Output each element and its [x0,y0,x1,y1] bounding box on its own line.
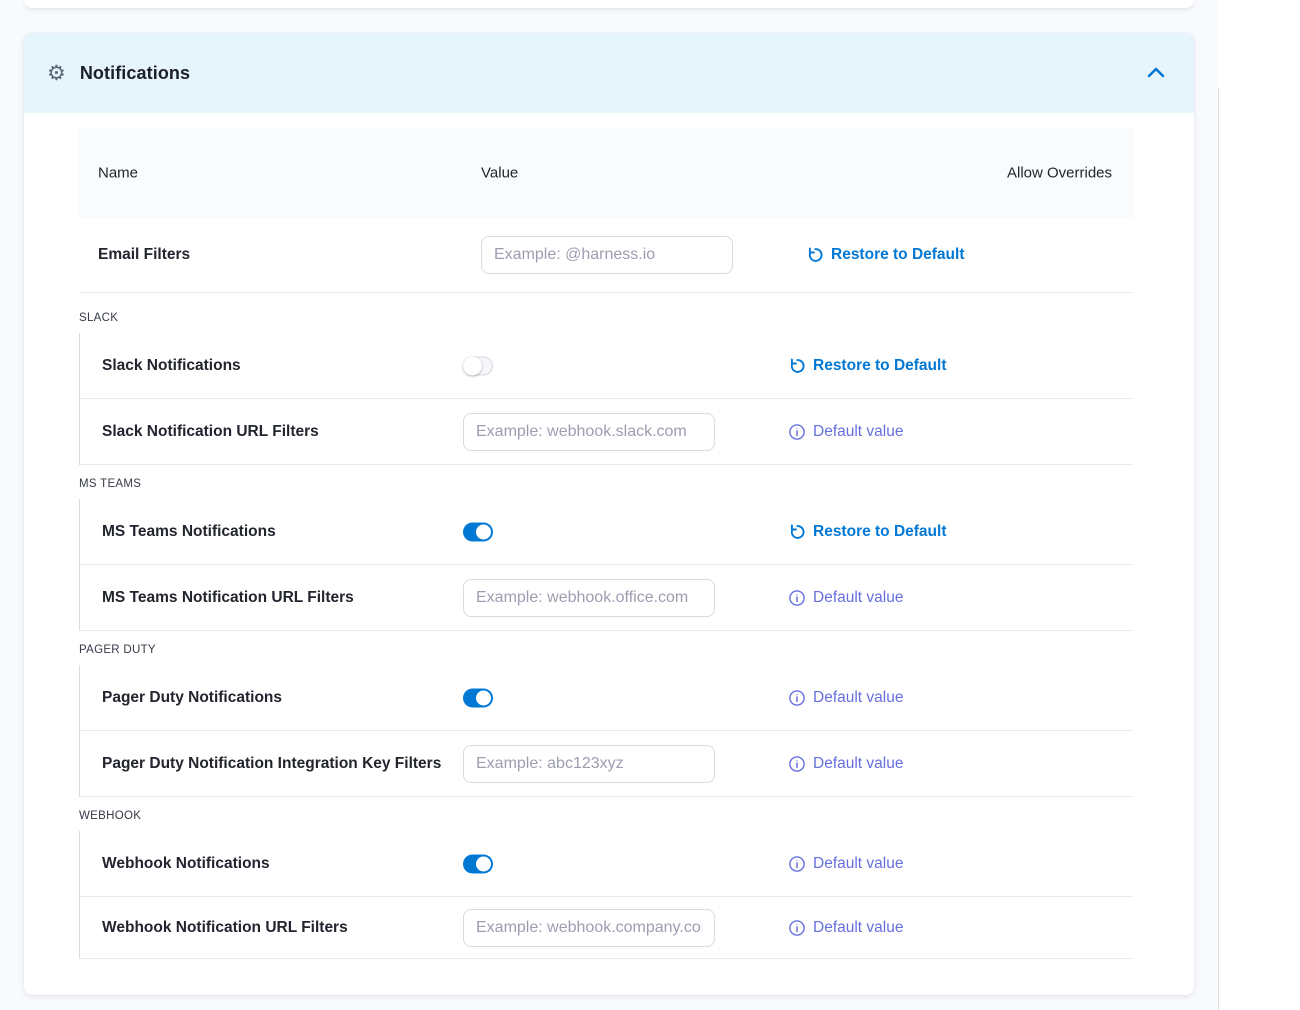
gear-icon: ⚙ [47,63,66,84]
setting-label: Email Filters [98,246,190,264]
setting-label: Pager Duty Notification Integration Key … [102,755,441,773]
column-header-value: Value [481,165,518,182]
scrollbar-track[interactable] [1218,88,1219,1010]
restore-icon [788,357,806,375]
row-ms-teams-url-filters: MS Teams Notification URL Filters Defaul… [80,565,1133,631]
section-label-ms-teams: MS TEAMS [79,465,1133,499]
restore-to-default-button[interactable]: Restore to Default [788,523,947,541]
action-label: Default value [813,855,903,873]
slack-notifications-toggle[interactable] [463,356,493,375]
default-value-indicator[interactable]: Default value [788,919,903,937]
action-label: Default value [813,755,903,773]
row-webhook-notifications: Webhook Notifications Default value [80,831,1133,897]
info-icon [788,423,806,441]
pager-duty-key-filters-input[interactable] [463,745,715,783]
restore-to-default-button[interactable]: Restore to Default [806,246,965,264]
setting-label: Webhook Notifications [102,855,270,873]
row-slack-notifications: Slack Notifications Restore to Default [80,333,1133,399]
chevron-up-icon[interactable] [1145,64,1167,82]
section-title: Notifications [80,63,190,84]
ms-teams-notifications-toggle[interactable] [463,522,493,541]
row-pager-duty-notifications: Pager Duty Notifications Default value [80,665,1133,731]
ms-teams-group: MS Teams Notifications Restore to Defaul… [79,499,1133,631]
action-label: Restore to Default [813,357,947,375]
restore-to-default-button[interactable]: Restore to Default [788,357,947,375]
action-label: Restore to Default [831,246,965,264]
notifications-settings-card: ⚙ Notifications Name Value Allow Overrid… [24,33,1194,995]
setting-label: MS Teams Notifications [102,523,276,541]
ms-teams-url-filters-input[interactable] [463,579,715,617]
section-label-pager-duty: PAGER DUTY [79,631,1133,665]
setting-label: MS Teams Notification URL Filters [102,589,354,607]
default-value-indicator[interactable]: Default value [788,755,903,773]
slack-group: Slack Notifications Restore to Default S… [79,333,1133,465]
notifications-section-header[interactable]: ⚙ Notifications [24,33,1194,113]
slack-url-filters-input[interactable] [463,413,715,451]
info-icon [788,689,806,707]
info-icon [788,855,806,873]
column-header-name: Name [98,165,138,182]
default-value-indicator[interactable]: Default value [788,855,903,873]
row-slack-url-filters: Slack Notification URL Filters Default v… [80,399,1133,465]
default-value-indicator[interactable]: Default value [788,423,903,441]
info-icon [788,755,806,773]
info-icon [788,589,806,607]
webhook-url-filters-input[interactable] [463,909,715,947]
row-webhook-url-filters: Webhook Notification URL Filters Default… [80,897,1133,959]
table-header-row: Name Value Allow Overrides [79,128,1133,218]
pager-duty-notifications-toggle[interactable] [463,688,493,707]
action-label: Default value [813,919,903,937]
section-label-slack: SLACK [79,293,1133,333]
info-icon [788,919,806,937]
setting-label: Slack Notifications [102,357,241,375]
setting-label: Pager Duty Notifications [102,689,282,707]
default-value-indicator[interactable]: Default value [788,689,903,707]
settings-table: Name Value Allow Overrides Email Filters… [79,128,1133,959]
row-email-filters: Email Filters Restore to Default [79,218,1133,293]
action-label: Default value [813,423,903,441]
row-ms-teams-notifications: MS Teams Notifications Restore to Defaul… [80,499,1133,565]
setting-label: Slack Notification URL Filters [102,423,319,441]
pager-duty-group: Pager Duty Notifications Default value P… [79,665,1133,797]
default-value-indicator[interactable]: Default value [788,589,903,607]
column-header-allow-overrides: Allow Overrides [1007,161,1127,186]
action-label: Default value [813,689,903,707]
action-label: Default value [813,589,903,607]
email-filters-input[interactable] [481,236,733,274]
row-pager-duty-key-filters: Pager Duty Notification Integration Key … [80,731,1133,797]
previous-section-card-edge [24,0,1194,8]
restore-icon [806,246,824,264]
section-label-webhook: WEBHOOK [79,797,1133,831]
restore-icon [788,523,806,541]
webhook-group: Webhook Notifications Default value Webh… [79,831,1133,959]
webhook-notifications-toggle[interactable] [463,854,493,873]
setting-label: Webhook Notification URL Filters [102,919,348,937]
action-label: Restore to Default [813,523,947,541]
